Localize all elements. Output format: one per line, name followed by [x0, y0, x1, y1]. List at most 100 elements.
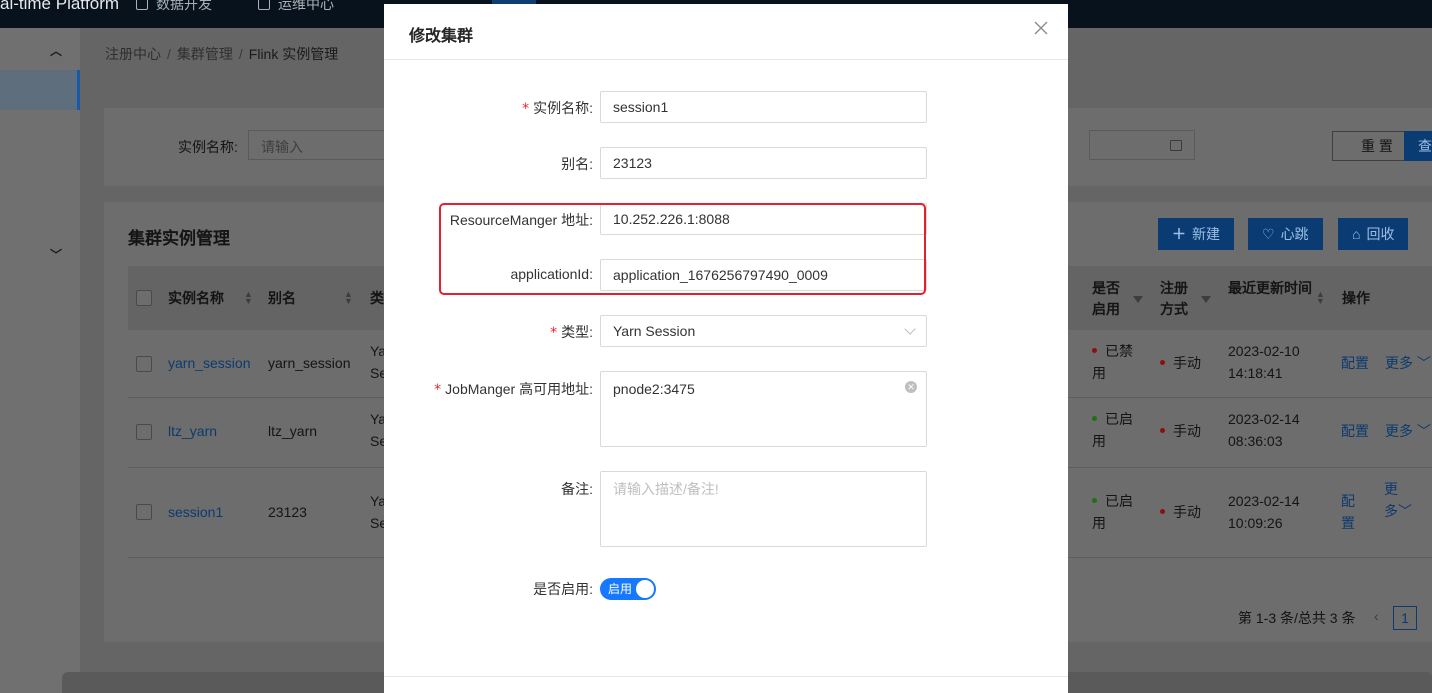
- sort-icon[interactable]: ▲ ▼: [244, 290, 253, 306]
- chevron-down-icon: [904, 323, 916, 335]
- more-dropdown[interactable]: 更多 ﹀: [1385, 352, 1431, 374]
- nav-data-dev[interactable]: 数据开发: [136, 0, 212, 14]
- note-textarea[interactable]: 请输入描述/备注!: [600, 471, 927, 547]
- date-range-picker[interactable]: [1089, 130, 1195, 160]
- alias-input[interactable]: 23123: [600, 147, 927, 179]
- application-id-input[interactable]: application_1676256797490_0009: [600, 259, 927, 291]
- page-1-button[interactable]: 1: [1393, 606, 1417, 630]
- instance-name-link[interactable]: session1: [168, 501, 223, 523]
- table-title: 集群实例管理: [128, 229, 230, 248]
- status-dot: [1160, 360, 1165, 365]
- breadcrumb-item[interactable]: 注册中心: [105, 46, 161, 62]
- resource-manager-input[interactable]: 10.252.226.1:8088: [600, 203, 927, 235]
- breadcrumb-current: Flink 实例管理: [248, 46, 339, 62]
- register-cell: 手动: [1160, 352, 1201, 374]
- status-dot: [1092, 498, 1097, 503]
- instance-name-link[interactable]: ltz_yarn: [168, 420, 217, 442]
- type-label: * 类型:: [550, 324, 593, 341]
- updated-date: 2023-02-10: [1228, 343, 1300, 359]
- row-checkbox[interactable]: [136, 504, 152, 520]
- more-dropdown[interactable]: 更多﹀: [1384, 478, 1412, 522]
- chevron-down-icon: ﹀: [1416, 423, 1431, 439]
- type-cell: Yarn Session: [370, 493, 384, 531]
- note-label: 备注:: [561, 481, 593, 497]
- monitor-icon: [258, 0, 270, 10]
- header-updated[interactable]: 最近更新时间: [1228, 278, 1314, 299]
- query-button[interactable]: 查: [1404, 131, 1432, 161]
- row-checkbox[interactable]: [136, 356, 152, 372]
- instance-name-input[interactable]: session1: [600, 91, 927, 123]
- alias-cell: yarn_session: [268, 355, 351, 371]
- instance-name-link[interactable]: yarn_session: [168, 352, 251, 374]
- register-cell: 手动: [1160, 420, 1201, 442]
- filter-icon[interactable]: [1133, 296, 1143, 303]
- sort-icon[interactable]: ▲ ▼: [1316, 290, 1325, 306]
- brand-title: al-time Platform: [0, 0, 120, 13]
- header-type[interactable]: 类: [370, 288, 384, 309]
- switch-knob: [636, 580, 654, 598]
- type-cell: Yarn Session: [370, 343, 384, 381]
- calendar-icon: [1170, 140, 1182, 151]
- resource-manager-label: ResourceManger 地址:: [449, 212, 593, 228]
- chevron-down-icon[interactable]: ﹀: [50, 246, 62, 262]
- modal-footer-divider: [384, 676, 1068, 677]
- recycle-icon: ⌂: [1352, 226, 1361, 242]
- sort-icon[interactable]: ▲ ▼: [344, 290, 353, 306]
- filter-name-input[interactable]: 请输入: [248, 130, 398, 160]
- plus-icon: ＋: [1172, 226, 1186, 242]
- application-id-label: applicationId:: [510, 266, 593, 282]
- status-dot: [1092, 416, 1097, 421]
- updated-time: 10:09:26: [1228, 515, 1283, 531]
- enabled-cell: 已启用: [1092, 411, 1133, 449]
- type-cell: Yarn Session: [370, 411, 384, 449]
- status-dot: [1160, 428, 1165, 433]
- chevron-up-icon[interactable]: ︿: [50, 42, 62, 58]
- instance-name-label: * 实例名称:: [522, 100, 593, 117]
- close-icon[interactable]: [1034, 21, 1048, 35]
- sidebar: ︿ ﹀: [0, 28, 80, 693]
- header-enabled[interactable]: 是否启用: [1092, 278, 1122, 320]
- nav-ops-center[interactable]: 运维中心: [258, 0, 334, 14]
- modal-title: 修改集群: [409, 28, 474, 45]
- enabled-label: 是否启用:: [533, 581, 593, 597]
- recycle-button[interactable]: ⌂ 回收: [1338, 218, 1409, 250]
- header-register[interactable]: 注册方式: [1160, 278, 1190, 320]
- prev-page-icon[interactable]: ‹: [1374, 608, 1379, 624]
- filter-name-label: 实例名称:: [178, 139, 238, 155]
- header-actions: 操作: [1342, 290, 1370, 306]
- status-dot: [1160, 509, 1165, 514]
- alias-label: 别名:: [561, 156, 593, 172]
- breadcrumb-item[interactable]: 集群管理: [177, 46, 233, 62]
- jobmanager-ha-textarea[interactable]: pnode2:3475 ✕: [600, 371, 927, 447]
- updated-date: 2023-02-14: [1228, 493, 1300, 509]
- sidebar-item-active[interactable]: [0, 70, 80, 110]
- edit-cluster-modal: 修改集群 * 实例名称: session1 别名: 23123 ResourceM…: [384, 4, 1068, 693]
- alias-cell: ltz_yarn: [268, 423, 318, 439]
- type-select[interactable]: Yarn Session: [600, 315, 927, 347]
- alias-cell: 23123: [268, 504, 307, 520]
- row-checkbox[interactable]: [136, 424, 152, 440]
- new-button[interactable]: ＋新建: [1158, 218, 1234, 250]
- more-dropdown[interactable]: 更多 ﹀: [1385, 420, 1431, 442]
- config-link[interactable]: 配置: [1341, 490, 1357, 534]
- jobmanager-ha-label: * JobManger 高可用地址:: [434, 381, 593, 398]
- switch-label: 启用: [608, 582, 633, 596]
- code-icon: [136, 0, 148, 10]
- clear-icon[interactable]: ✕: [905, 381, 917, 393]
- config-link[interactable]: 配置: [1341, 420, 1369, 442]
- enabled-switch[interactable]: 启用: [600, 578, 656, 600]
- pagination-summary: 第 1-3 条/总共 3 条: [1238, 610, 1356, 626]
- config-link[interactable]: 配置: [1341, 352, 1369, 374]
- breadcrumb: 注册中心 / 集群管理 / Flink 实例管理: [105, 46, 339, 62]
- heart-icon: ♡: [1262, 226, 1275, 242]
- register-cell: 手动: [1160, 501, 1201, 523]
- filter-icon[interactable]: [1201, 296, 1211, 303]
- modal-header: 修改集群: [384, 4, 1068, 60]
- header-alias[interactable]: 别名: [268, 288, 296, 309]
- select-all-checkbox[interactable]: [136, 290, 152, 306]
- chevron-down-icon: ﹀: [1398, 503, 1412, 519]
- enabled-cell: 已禁用: [1092, 343, 1133, 381]
- header-name[interactable]: 实例名称: [168, 288, 224, 309]
- heartbeat-button[interactable]: ♡ 心跳: [1248, 218, 1323, 250]
- chevron-down-icon: ﹀: [1416, 355, 1431, 371]
